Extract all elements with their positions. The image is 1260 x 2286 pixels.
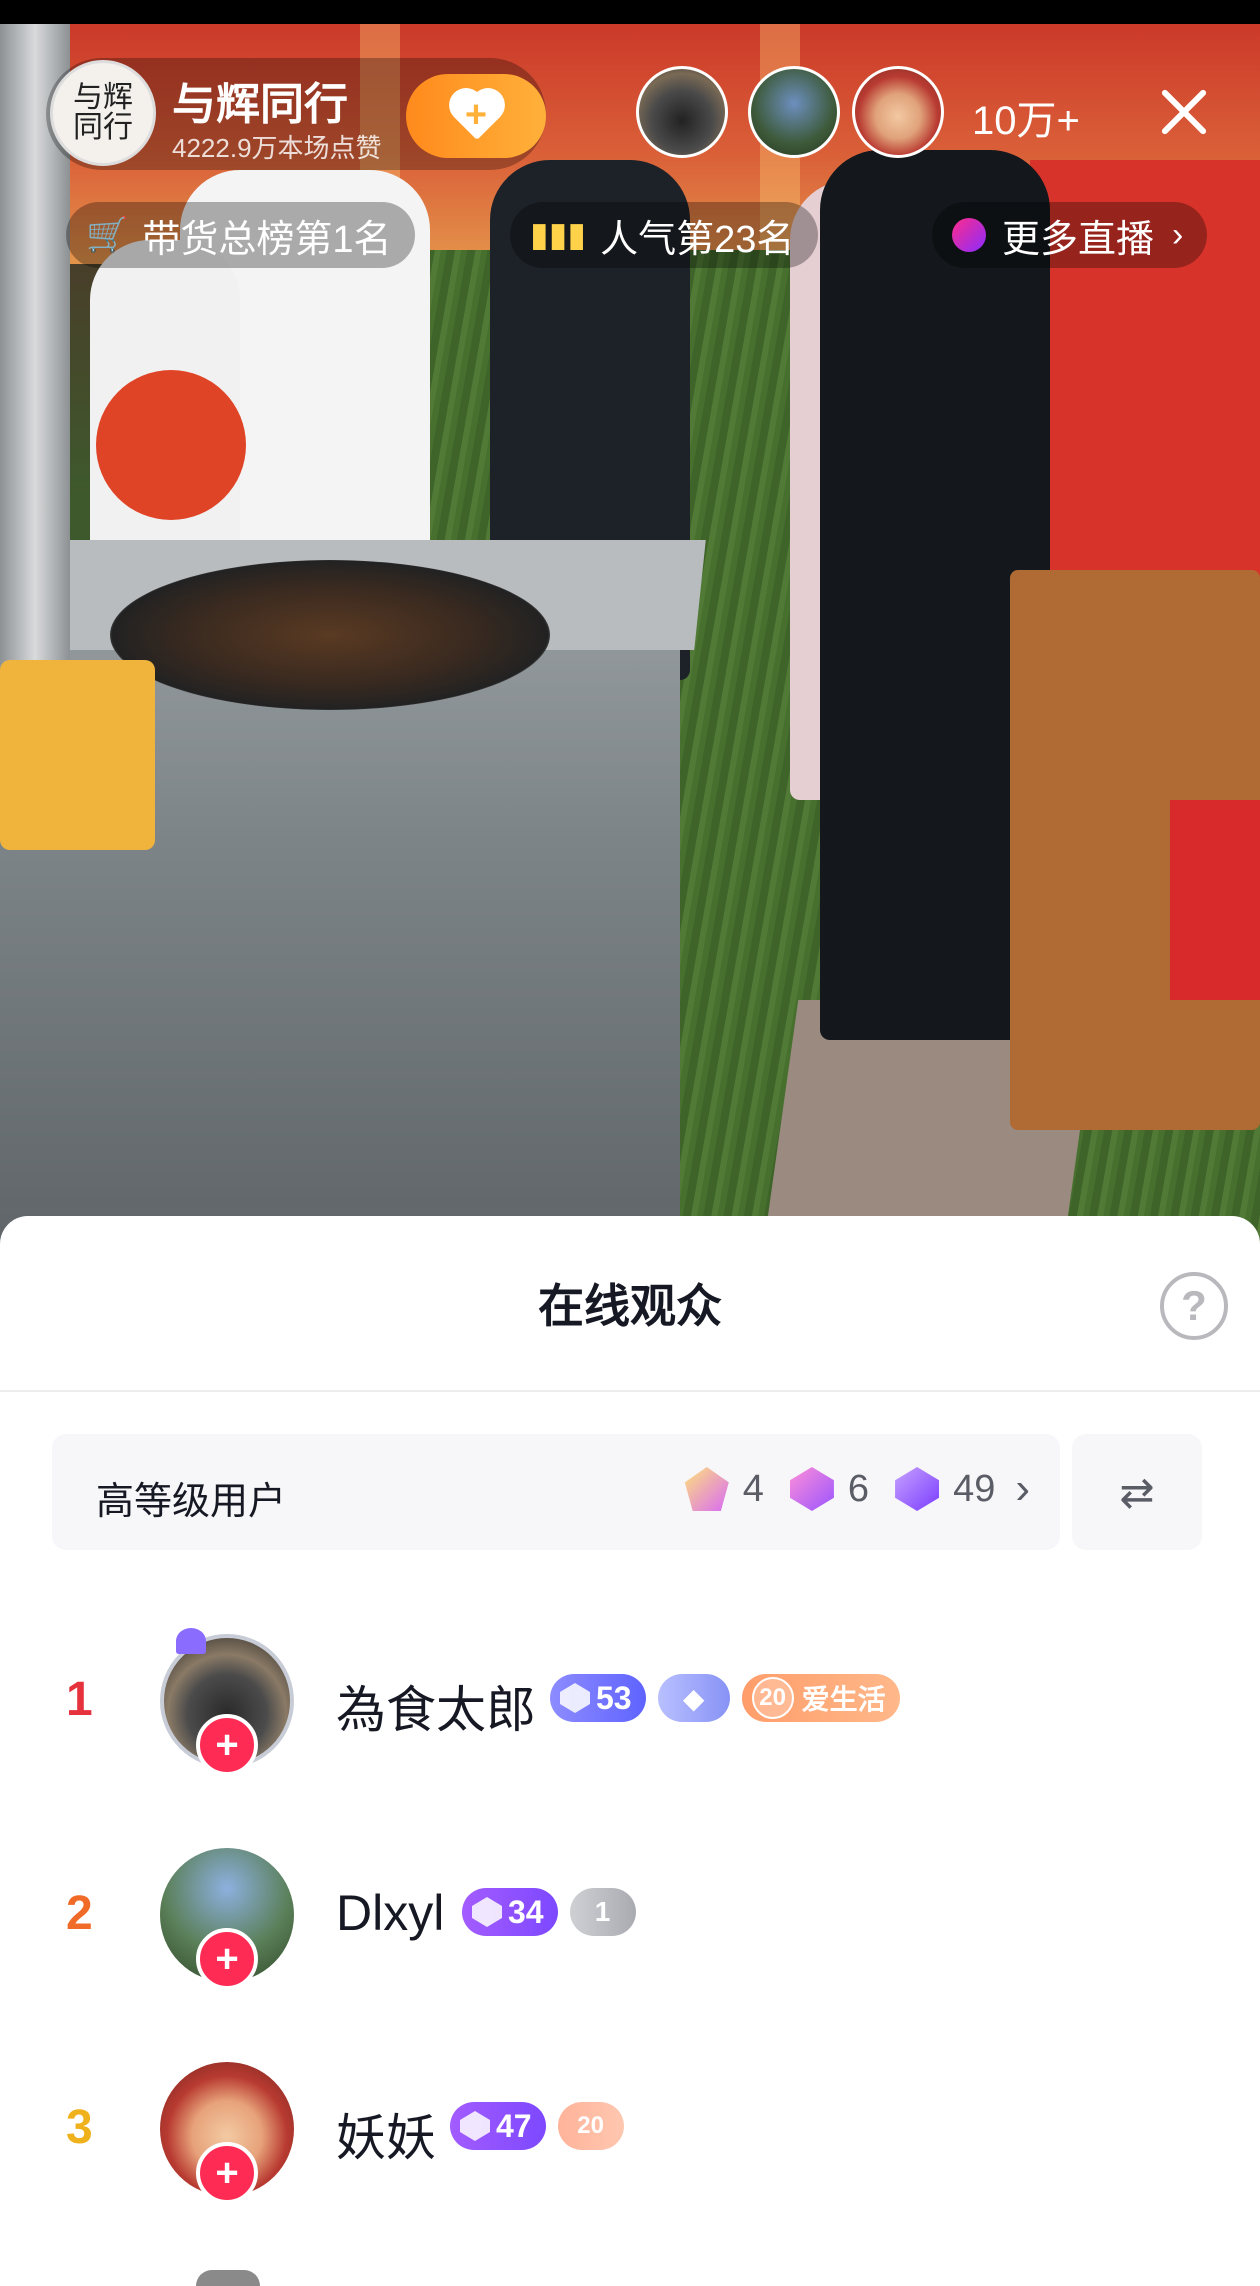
follow-user-button[interactable]: + (196, 2142, 258, 2204)
level-count-gold: 4 (684, 1467, 764, 1511)
sales-rank-pill[interactable]: 🛒 带货总榜第1名 (66, 202, 416, 268)
red-cushion (1170, 800, 1260, 1000)
pancake-stack (0, 660, 155, 850)
user-level-value: 53 (596, 1679, 632, 1716)
live-video[interactable] (0, 0, 1260, 1260)
red-pan (96, 370, 246, 520)
follow-user-button[interactable]: + (196, 1714, 258, 1776)
follow-button[interactable]: + (406, 74, 546, 158)
user-name[interactable]: 妖妖 (336, 2098, 436, 2170)
level-count-purple: 49 › (895, 1464, 1030, 1514)
close-icon[interactable] (1150, 78, 1218, 146)
bar-chart-icon: ▮▮▮ (530, 216, 587, 254)
diamond-icon (460, 2111, 490, 2141)
high-level-users-card[interactable]: 高等级用户 4 6 49 › (52, 1434, 1060, 1550)
user-badges: 47 20 (450, 2102, 636, 2150)
follow-user-button[interactable]: + (196, 1928, 258, 1990)
fan-level-badge: 1 (569, 1888, 636, 1936)
fan-level-value: 20 (751, 1677, 794, 1719)
online-audience-sheet: 在线观众 ? 高等级用户 4 6 49 › ⇄ 1 + 為食太郎 53 ◆ 20… (0, 1216, 1260, 2286)
host-avatar[interactable]: 与辉同行 (50, 60, 156, 166)
diamond-icon (472, 1897, 502, 1927)
rank-number: 2 (66, 1887, 93, 1940)
cart-icon: 🛒 (86, 216, 129, 254)
divider (0, 1390, 1260, 1392)
user-name[interactable]: 為食太郎 (336, 1670, 536, 1742)
user-level-badge: 47 (450, 2102, 546, 2150)
rank-number: 3 (66, 2101, 93, 2154)
user-level-value: 34 (508, 1893, 544, 1930)
level-count-value: 49 (953, 1467, 996, 1510)
rank-number: 1 (66, 1673, 93, 1726)
level-counts: 4 6 49 › (659, 1464, 1030, 1514)
audience-row[interactable]: 3 + 妖妖 47 20 (0, 2038, 1260, 2238)
host-avatar-logo: 与辉同行 (73, 80, 133, 145)
sort-toggle-button[interactable]: ⇄ (1072, 1434, 1202, 1550)
level-count-value: 4 (742, 1467, 764, 1510)
swap-arrows-icon: ⇄ (1119, 1468, 1155, 1516)
more-live-label: 更多直播 (1002, 218, 1155, 261)
user-level-value: 47 (496, 2107, 532, 2144)
chevron-right-icon: › (1015, 1464, 1030, 1513)
heart-crown-icon (176, 1628, 206, 1654)
user-level-badge: 53 (550, 1674, 646, 1722)
fan-level-value: 20 (577, 2112, 604, 2139)
chevron-right-icon: › (1172, 215, 1184, 254)
user-badges: 53 ◆ 20 爱生活 (550, 1674, 912, 1722)
high-level-users-label: 高等级用户 (96, 1481, 287, 1523)
viewer-count[interactable]: 10万+ (972, 88, 1080, 146)
audience-row[interactable]: 1 + 為食太郎 53 ◆ 20 爱生活 (0, 1610, 1260, 1810)
fan-level-value: 1 (594, 1896, 611, 1927)
level-count-violet: 6 (789, 1467, 870, 1511)
fan-club-name: 爱生活 (801, 1684, 886, 1715)
top-viewer-avatar[interactable] (852, 66, 944, 158)
popularity-rank-pill[interactable]: ▮▮▮ 人气第23名 (510, 202, 819, 268)
host-name[interactable]: 与辉同行 (172, 68, 348, 132)
likes-count: 4222.9万本场点赞 (172, 133, 382, 163)
violet-gem-icon (789, 1467, 834, 1511)
plus-icon: + (464, 93, 488, 136)
diamond-icon (560, 1683, 590, 1713)
fan-level-badge: 20 (557, 2102, 624, 2150)
user-level-badge: 34 (462, 1888, 558, 1936)
level-count-value: 6 (847, 1467, 870, 1510)
fan-club-badge: 20 爱生活 (741, 1674, 900, 1722)
crystal-badge-icon: ◆ (657, 1674, 730, 1722)
audience-row[interactable]: 2 + Dlxyl 34 1 (0, 1824, 1260, 2024)
popularity-rank-label: 人气第23名 (600, 218, 795, 261)
sheet-title: 在线观众 (538, 1280, 722, 1332)
live-icon (952, 218, 986, 252)
gold-gem-icon (684, 1467, 729, 1511)
top-viewer-avatar[interactable] (636, 66, 728, 158)
top-viewer-avatar[interactable] (748, 66, 840, 158)
status-bar (0, 0, 1260, 24)
user-badges: 34 1 (462, 1888, 648, 1936)
wok (110, 560, 550, 710)
help-icon[interactable]: ? (1160, 1272, 1228, 1340)
more-live-pill[interactable]: 更多直播 › (932, 202, 1208, 268)
next-row-avatar-partial (196, 2270, 260, 2286)
purple-gem-icon (895, 1467, 940, 1511)
user-name[interactable]: Dlxyl (336, 1884, 444, 1942)
sales-rank-label: 带货总榜第1名 (142, 218, 392, 261)
